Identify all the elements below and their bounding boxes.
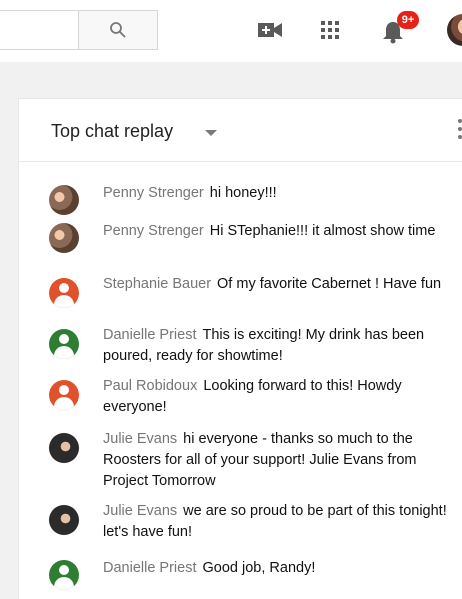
message-text: Hi STephanie!!! it almost show time [209, 223, 436, 239]
user-avatar[interactable] [49, 505, 79, 535]
user-avatar[interactable] [49, 185, 79, 215]
chat-header: Top chat replay [19, 99, 462, 162]
author-name[interactable]: Penny Strenger [103, 223, 204, 239]
author-name[interactable]: Julie Evans [103, 431, 177, 447]
message-text: hi honey!!! [209, 185, 277, 201]
message-text: Of my favorite Cabernet ! Have fun [217, 276, 442, 292]
apps-grid-icon[interactable] [318, 18, 342, 42]
author-name[interactable]: Danielle Priest [103, 560, 197, 576]
video-camera-plus-icon[interactable] [258, 18, 282, 42]
user-avatar[interactable] [49, 560, 79, 590]
notification-badge: 9+ [397, 11, 419, 29]
top-bar: 9+ [0, 0, 462, 62]
author-name[interactable]: Paul Robidoux [103, 378, 197, 394]
more-options-icon[interactable] [455, 119, 462, 143]
user-avatar[interactable] [49, 278, 79, 308]
message-text: Good job, Randy! [202, 560, 316, 576]
user-avatar[interactable] [49, 329, 79, 359]
search-button[interactable] [78, 10, 158, 50]
user-avatar[interactable] [49, 433, 79, 463]
author-name[interactable]: Stephanie Bauer [103, 276, 211, 292]
author-name[interactable]: Danielle Priest [103, 327, 197, 343]
author-name[interactable]: Julie Evans [103, 503, 177, 519]
search-input[interactable] [0, 10, 78, 50]
chevron-down-icon[interactable] [205, 130, 217, 136]
user-avatar[interactable] [49, 223, 79, 253]
user-avatar[interactable] [49, 380, 79, 410]
chat-panel: Top chat replay Penny Strenger hi honey!!… [18, 98, 462, 599]
chat-title[interactable]: Top chat replay [51, 121, 173, 142]
profile-avatar[interactable] [447, 14, 462, 46]
search-icon [110, 22, 126, 38]
author-name[interactable]: Penny Strenger [103, 185, 204, 201]
